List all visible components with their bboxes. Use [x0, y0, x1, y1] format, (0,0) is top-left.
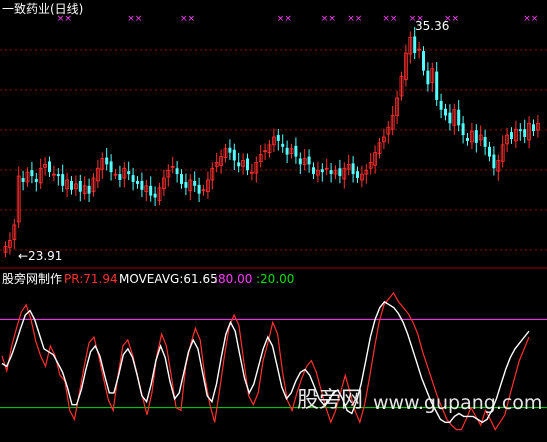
- candle-body: [510, 132, 513, 139]
- signal-markers: ×× ×× ×× ×× ×× ×× ×× ×× ×× ××: [57, 14, 538, 24]
- candle-body: [136, 180, 139, 184]
- signal-marker-4: ××: [321, 14, 336, 24]
- candle-body: [228, 147, 232, 153]
- candle-body: [532, 124, 535, 132]
- stock-chart-window: ×× ×× ×× ×× ×× ×× ×× ×× ×× ×× 一致药业(日线) 35.36 ←23.…: [0, 0, 547, 442]
- level-80-value: :80.00: [214, 272, 253, 286]
- candle-body: [153, 193, 157, 198]
- candle-body: [329, 170, 333, 175]
- candle-body: [105, 157, 109, 165]
- candle-body: [149, 185, 153, 196]
- candle-body: [422, 51, 425, 71]
- signal-marker-3: ××: [277, 14, 292, 24]
- candle-body: [56, 174, 60, 177]
- candle-body: [518, 129, 522, 132]
- candle-body: [483, 137, 487, 147]
- signal-marker-1: ××: [127, 14, 142, 24]
- watermark-site-name: 股旁网: [297, 388, 364, 413]
- signal-marker-5: ××: [347, 14, 362, 24]
- candle-body: [466, 138, 469, 141]
- candle-body: [312, 167, 315, 175]
- candle-body: [140, 180, 144, 190]
- candle-body: [70, 180, 73, 190]
- candle-body: [356, 171, 359, 179]
- signal-marker-2: ××: [180, 14, 195, 24]
- level-20-value: :20.00: [256, 272, 295, 286]
- candle-body: [276, 135, 280, 141]
- signal-marker-6: ××: [382, 14, 397, 24]
- candle-body: [232, 149, 236, 161]
- candle-body: [197, 184, 201, 194]
- candle-body: [426, 70, 430, 85]
- candle-body: [448, 112, 452, 124]
- candle-body: [30, 170, 34, 177]
- chart-title: 一致药业(日线): [2, 2, 84, 16]
- moveavg-value: MOVEAVG:61.65: [119, 272, 218, 286]
- candle-body: [435, 71, 439, 100]
- candle-body: [523, 129, 527, 138]
- candle-body: [307, 156, 311, 165]
- candle-body: [87, 185, 91, 194]
- candle-body: [320, 169, 324, 173]
- candle-body: [184, 181, 188, 188]
- high-price-label: 35.36: [415, 19, 450, 33]
- candle-body: [175, 168, 179, 175]
- candle-body: [180, 174, 183, 184]
- candle-body: [21, 178, 25, 182]
- indicator-name: 股旁网制作: [2, 272, 63, 286]
- candle-body: [34, 179, 38, 182]
- candle-body: [457, 109, 461, 126]
- chart-canvas[interactable]: ×× ×× ×× ×× ×× ×× ×× ×× ×× ××: [0, 0, 547, 442]
- candle-body: [127, 171, 131, 175]
- candle-body: [193, 180, 197, 186]
- candle-body: [474, 130, 478, 143]
- candle-body: [444, 108, 447, 116]
- candle-body: [488, 146, 491, 157]
- candle-body: [298, 158, 302, 165]
- candle-body: [492, 154, 496, 169]
- candle-body: [78, 180, 82, 192]
- price-candles[interactable]: [3, 26, 540, 258]
- candle-body: [246, 158, 249, 171]
- candle-body: [294, 145, 298, 157]
- low-price-label: ←23.91: [18, 249, 63, 263]
- candle-body: [439, 100, 443, 110]
- candle-body: [118, 174, 122, 180]
- watermark-url: www.gupang.com: [373, 392, 543, 414]
- candle-body: [48, 161, 51, 173]
- candle-body: [61, 174, 65, 186]
- candle-body: [131, 175, 135, 182]
- candle-body: [237, 162, 241, 167]
- candle-body: [109, 161, 113, 173]
- candle-body: [285, 147, 289, 155]
- signal-marker-9: ××: [523, 14, 538, 24]
- candle-body: [338, 168, 342, 177]
- candle-body: [281, 143, 285, 147]
- pr-value: PR:71.94: [64, 272, 118, 286]
- candle-body: [351, 163, 355, 175]
- candle-body: [461, 123, 465, 136]
- candle-body: [413, 36, 417, 54]
